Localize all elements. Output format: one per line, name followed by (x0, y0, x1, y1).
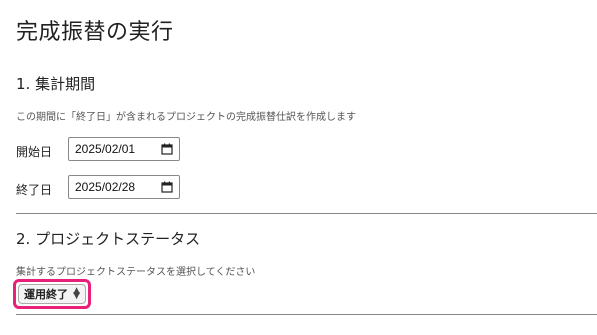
status-description: 集計するプロジェクトステータスを選択してください (16, 267, 256, 278)
section-divider (16, 213, 597, 214)
calendar-icon[interactable] (161, 181, 173, 193)
end-date-input[interactable]: 2025/02/28 (68, 175, 180, 199)
period-heading: 1. 集計期間 (16, 75, 96, 93)
page-title: 完成振替の実行 (16, 20, 174, 45)
start-date-input[interactable]: 2025/02/01 (68, 137, 180, 161)
updown-arrows-icon: ▲ ▼ (73, 286, 80, 301)
start-date-label: 開始日 (16, 145, 53, 159)
status-select-value: 運用終了 (24, 288, 68, 301)
end-date-value: 2025/02/28 (75, 180, 136, 194)
status-select-highlight: 運用終了 ▲ ▼ (13, 279, 91, 309)
calendar-icon[interactable] (161, 143, 173, 155)
end-date-label: 終了日 (16, 183, 53, 197)
start-date-value: 2025/02/01 (75, 142, 136, 156)
period-description: この期間に「終了日」が含まれるプロジェクトの完成振替仕訳を作成します (16, 112, 356, 123)
status-heading: 2. プロジェクトステータス (16, 230, 201, 248)
status-select[interactable]: 運用終了 ▲ ▼ (18, 284, 86, 304)
section-divider-bottom (16, 314, 597, 315)
